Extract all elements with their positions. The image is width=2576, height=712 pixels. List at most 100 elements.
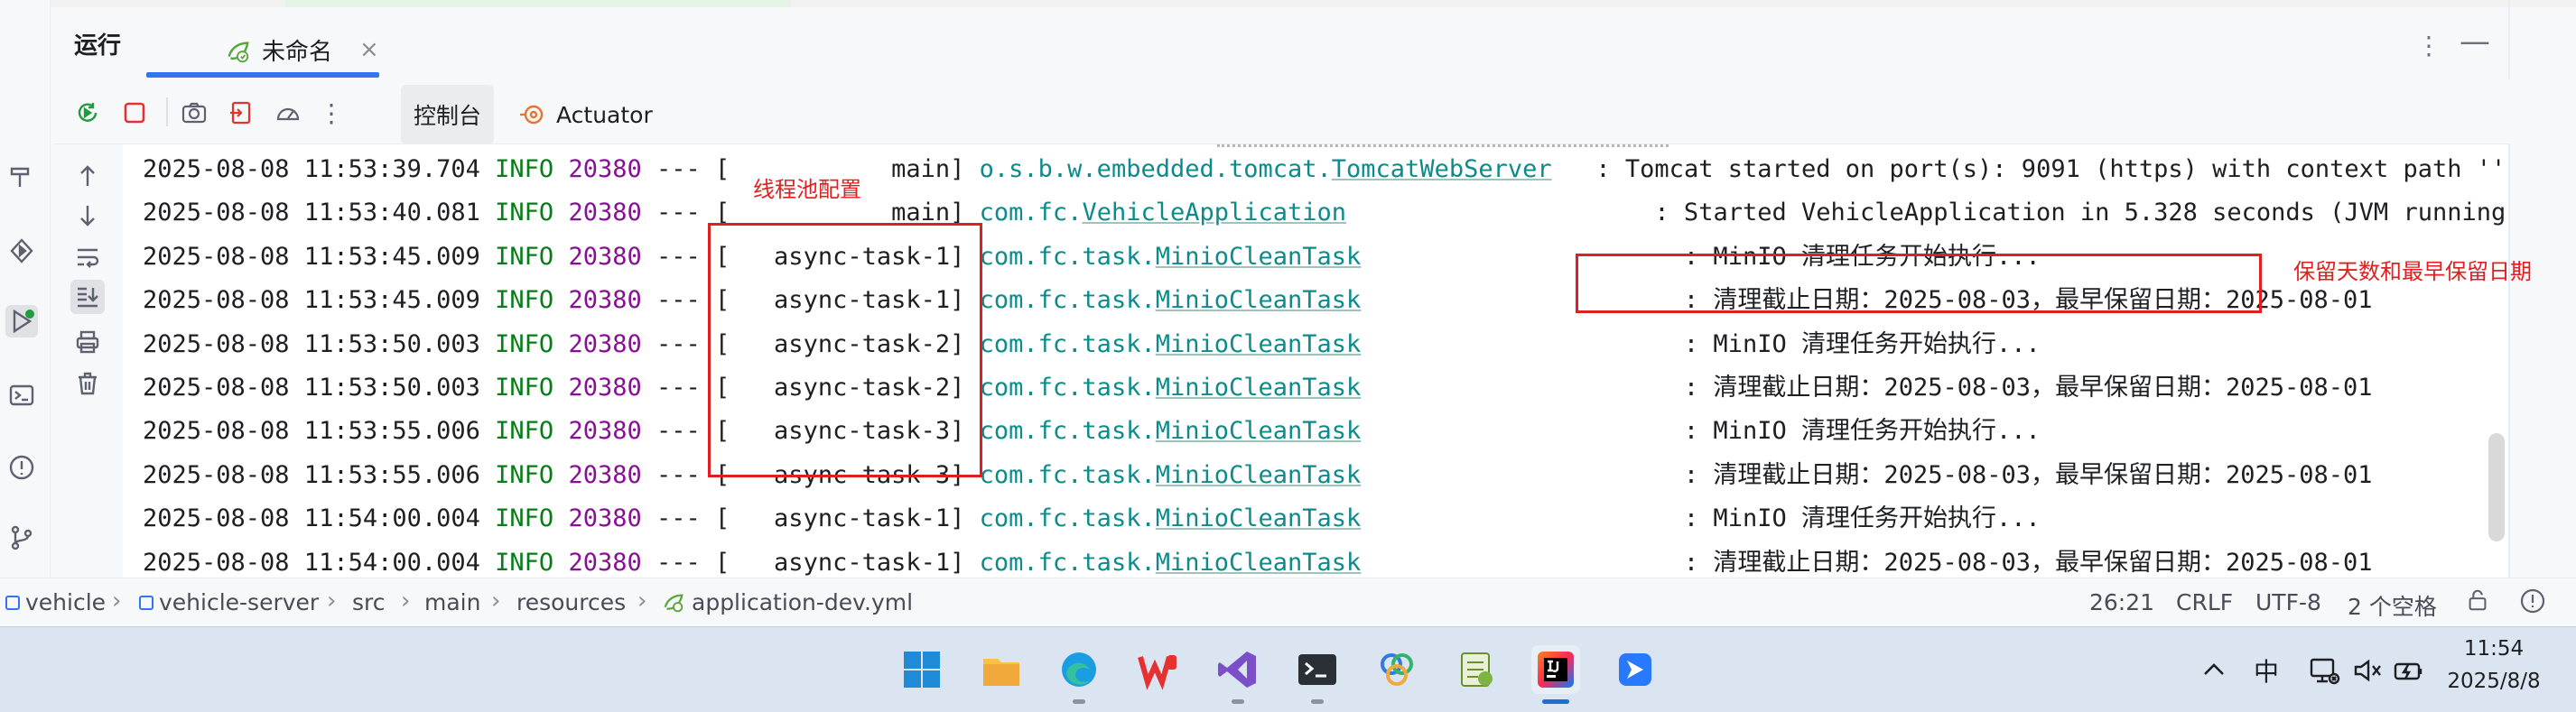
editor-highlight xyxy=(285,0,791,7)
logger-class-link[interactable]: MinioCleanTask xyxy=(1156,286,1362,314)
log-timestamp: 2025-08-08 11:54:00.004 xyxy=(143,504,480,533)
feishu-app-icon[interactable] xyxy=(1611,645,1660,694)
log-logger: com.fc.task.MinioCleanTask xyxy=(980,461,1362,489)
windows-start-icon[interactable] xyxy=(897,645,946,694)
tray-chevron-up-icon[interactable] xyxy=(2198,654,2230,693)
terminal-app-icon[interactable] xyxy=(1293,645,1342,694)
log-padding xyxy=(1361,549,1684,577)
minimize-icon[interactable]: — xyxy=(2460,23,2490,60)
logger-class-link[interactable]: MinioCleanTask xyxy=(1156,549,1362,577)
breadcrumb-label: src xyxy=(352,589,386,615)
scroll-down-icon[interactable] xyxy=(70,199,105,233)
visual-studio-icon[interactable] xyxy=(1214,645,1262,694)
log-timestamp: 2025-08-08 11:53:40.081 xyxy=(143,199,480,227)
clover-app-icon[interactable] xyxy=(1372,645,1421,694)
breadcrumb-resources[interactable]: resources xyxy=(516,589,626,615)
restore-layout-icon[interactable] xyxy=(226,97,256,128)
logger-package: com.fc.task. xyxy=(979,504,1156,533)
build-hammer-icon[interactable] xyxy=(5,161,38,193)
logger-class-link[interactable]: MinioCleanTask xyxy=(1156,504,1362,532)
clear-trash-icon[interactable] xyxy=(70,366,105,401)
breadcrumb-vehicle[interactable]: vehicle xyxy=(5,589,106,615)
tab-console[interactable]: 控制台 xyxy=(401,85,495,144)
edge-browser-icon[interactable] xyxy=(1055,645,1103,694)
log-pid: 20380 xyxy=(568,417,642,446)
actuator-icon xyxy=(520,105,544,125)
logger-class-link[interactable]: MinioCleanTask xyxy=(1156,243,1362,271)
profiler-gauge-icon[interactable] xyxy=(273,97,303,128)
log-timestamp: 2025-08-08 11:53:39.704 xyxy=(143,155,480,183)
scroll-up-icon[interactable] xyxy=(70,159,105,193)
wps-office-icon[interactable] xyxy=(1134,645,1183,694)
running-indicator xyxy=(1232,699,1244,704)
console-scrollbar[interactable] xyxy=(2488,433,2505,541)
log-pid: 20380 xyxy=(568,329,642,358)
log-separator: --- xyxy=(656,417,701,446)
log-separator: --- xyxy=(656,286,701,315)
chevron-right-icon: › xyxy=(401,587,411,615)
file-explorer-icon[interactable] xyxy=(977,645,1026,694)
run-panel-title: 运行 xyxy=(74,32,122,60)
line-separator[interactable]: CRLF xyxy=(2176,589,2233,615)
log-message: : MinIO 清理任务开始执行... xyxy=(1683,417,2041,446)
log-level: INFO xyxy=(495,329,554,358)
toolbar-more-icon[interactable]: ⋮ xyxy=(316,97,347,128)
scroll-to-end-icon[interactable] xyxy=(70,280,105,314)
log-timestamp: 2025-08-08 11:53:50.003 xyxy=(143,329,480,358)
breadcrumb-label: resources xyxy=(516,589,627,615)
console-output[interactable]: 2025-08-08 11:53:39.704 INFO 20380 --- [… xyxy=(123,144,2508,578)
log-thread: [ async-task-1] xyxy=(715,548,965,577)
module-icon xyxy=(5,595,20,610)
problems-icon[interactable] xyxy=(5,451,38,484)
ime-indicator[interactable]: 中 xyxy=(2254,652,2279,689)
log-separator: --- xyxy=(656,329,701,358)
print-icon[interactable] xyxy=(70,325,105,359)
logger-class-link[interactable]: MinioCleanTask xyxy=(1156,461,1362,489)
log-separator: --- xyxy=(656,199,701,227)
lock-icon[interactable] xyxy=(2465,587,2490,618)
logger-class-link[interactable]: MinioCleanTask xyxy=(1156,330,1362,358)
soft-wrap-icon[interactable] xyxy=(70,240,105,274)
battery-charging-icon[interactable] xyxy=(2393,654,2425,693)
log-logger: com.fc.task.MinioCleanTask xyxy=(980,374,1362,402)
log-level: INFO xyxy=(495,504,554,533)
logger-class-link[interactable]: MinioCleanTask xyxy=(1156,417,1362,445)
system-clock[interactable]: 11:54 2025/8/8 xyxy=(2431,633,2557,705)
cursor-position[interactable]: 26:21 xyxy=(2089,589,2154,615)
network-icon[interactable] xyxy=(2308,654,2340,693)
notepad-icon[interactable] xyxy=(1452,645,1501,694)
clock-date: 2025/8/8 xyxy=(2447,670,2541,693)
log-separator: --- xyxy=(656,460,701,489)
notifications-icon[interactable] xyxy=(2519,587,2546,620)
intellij-idea-icon[interactable] xyxy=(1531,645,1580,694)
breadcrumb-src[interactable]: src xyxy=(352,589,386,615)
logger-class-link[interactable]: MinioCleanTask xyxy=(1156,374,1362,402)
camera-icon[interactable] xyxy=(179,97,209,128)
toolbar-separator xyxy=(166,97,168,126)
tab-actuator[interactable]: Actuator xyxy=(506,85,665,144)
git-branch-icon[interactable] xyxy=(5,522,38,554)
chevron-right-icon: › xyxy=(637,587,647,615)
log-pid: 20380 xyxy=(568,199,642,227)
volume-muted-icon[interactable] xyxy=(2351,654,2384,693)
terminal-icon[interactable] xyxy=(5,379,38,411)
logger-class-link[interactable]: VehicleApplication xyxy=(1082,199,1346,227)
services-icon[interactable] xyxy=(5,235,38,267)
rerun-icon[interactable] xyxy=(72,97,103,128)
run-icon[interactable] xyxy=(5,305,38,338)
more-options-icon[interactable]: ⋮ xyxy=(2416,31,2441,60)
running-indicator xyxy=(1311,699,1324,704)
file-encoding[interactable]: UTF-8 xyxy=(2255,589,2321,615)
breadcrumb-application-dev[interactable]: application-dev.yml xyxy=(661,589,913,615)
log-message: : Started VehicleApplication in 5.328 se… xyxy=(1654,199,2506,227)
chevron-right-icon: › xyxy=(112,587,122,615)
retention-annotation-label: 保留天数和最早保留日期 xyxy=(2293,259,2532,284)
stop-icon[interactable] xyxy=(119,97,150,128)
close-tab-icon[interactable]: × xyxy=(359,36,379,63)
logger-class-link[interactable]: TomcatWebServer xyxy=(1332,155,1552,183)
log-timestamp: 2025-08-08 11:53:45.009 xyxy=(143,286,480,315)
breadcrumb-main[interactable]: main xyxy=(424,589,480,615)
log-separator: --- xyxy=(656,155,701,183)
indent-setting[interactable]: 2 个空格 xyxy=(2348,589,2437,622)
breadcrumb-vehicle-server[interactable]: vehicle-server xyxy=(139,589,319,615)
